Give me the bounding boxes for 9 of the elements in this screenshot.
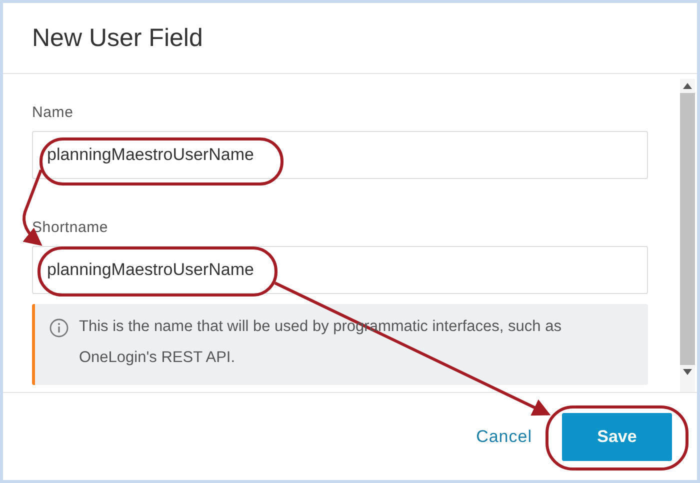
dialog-title: New User Field — [32, 24, 203, 52]
cancel-button[interactable]: Cancel — [470, 418, 538, 454]
scroll-up-icon[interactable] — [683, 83, 692, 89]
input-field[interactable]: planningMaestroUserName — [32, 246, 648, 294]
field-label: Name — [32, 104, 74, 121]
scroll-down-icon[interactable] — [683, 369, 692, 375]
info-icon — [49, 318, 69, 338]
input-field[interactable]: planningMaestroUserName — [32, 131, 648, 179]
field-label: Shortname — [32, 219, 108, 236]
